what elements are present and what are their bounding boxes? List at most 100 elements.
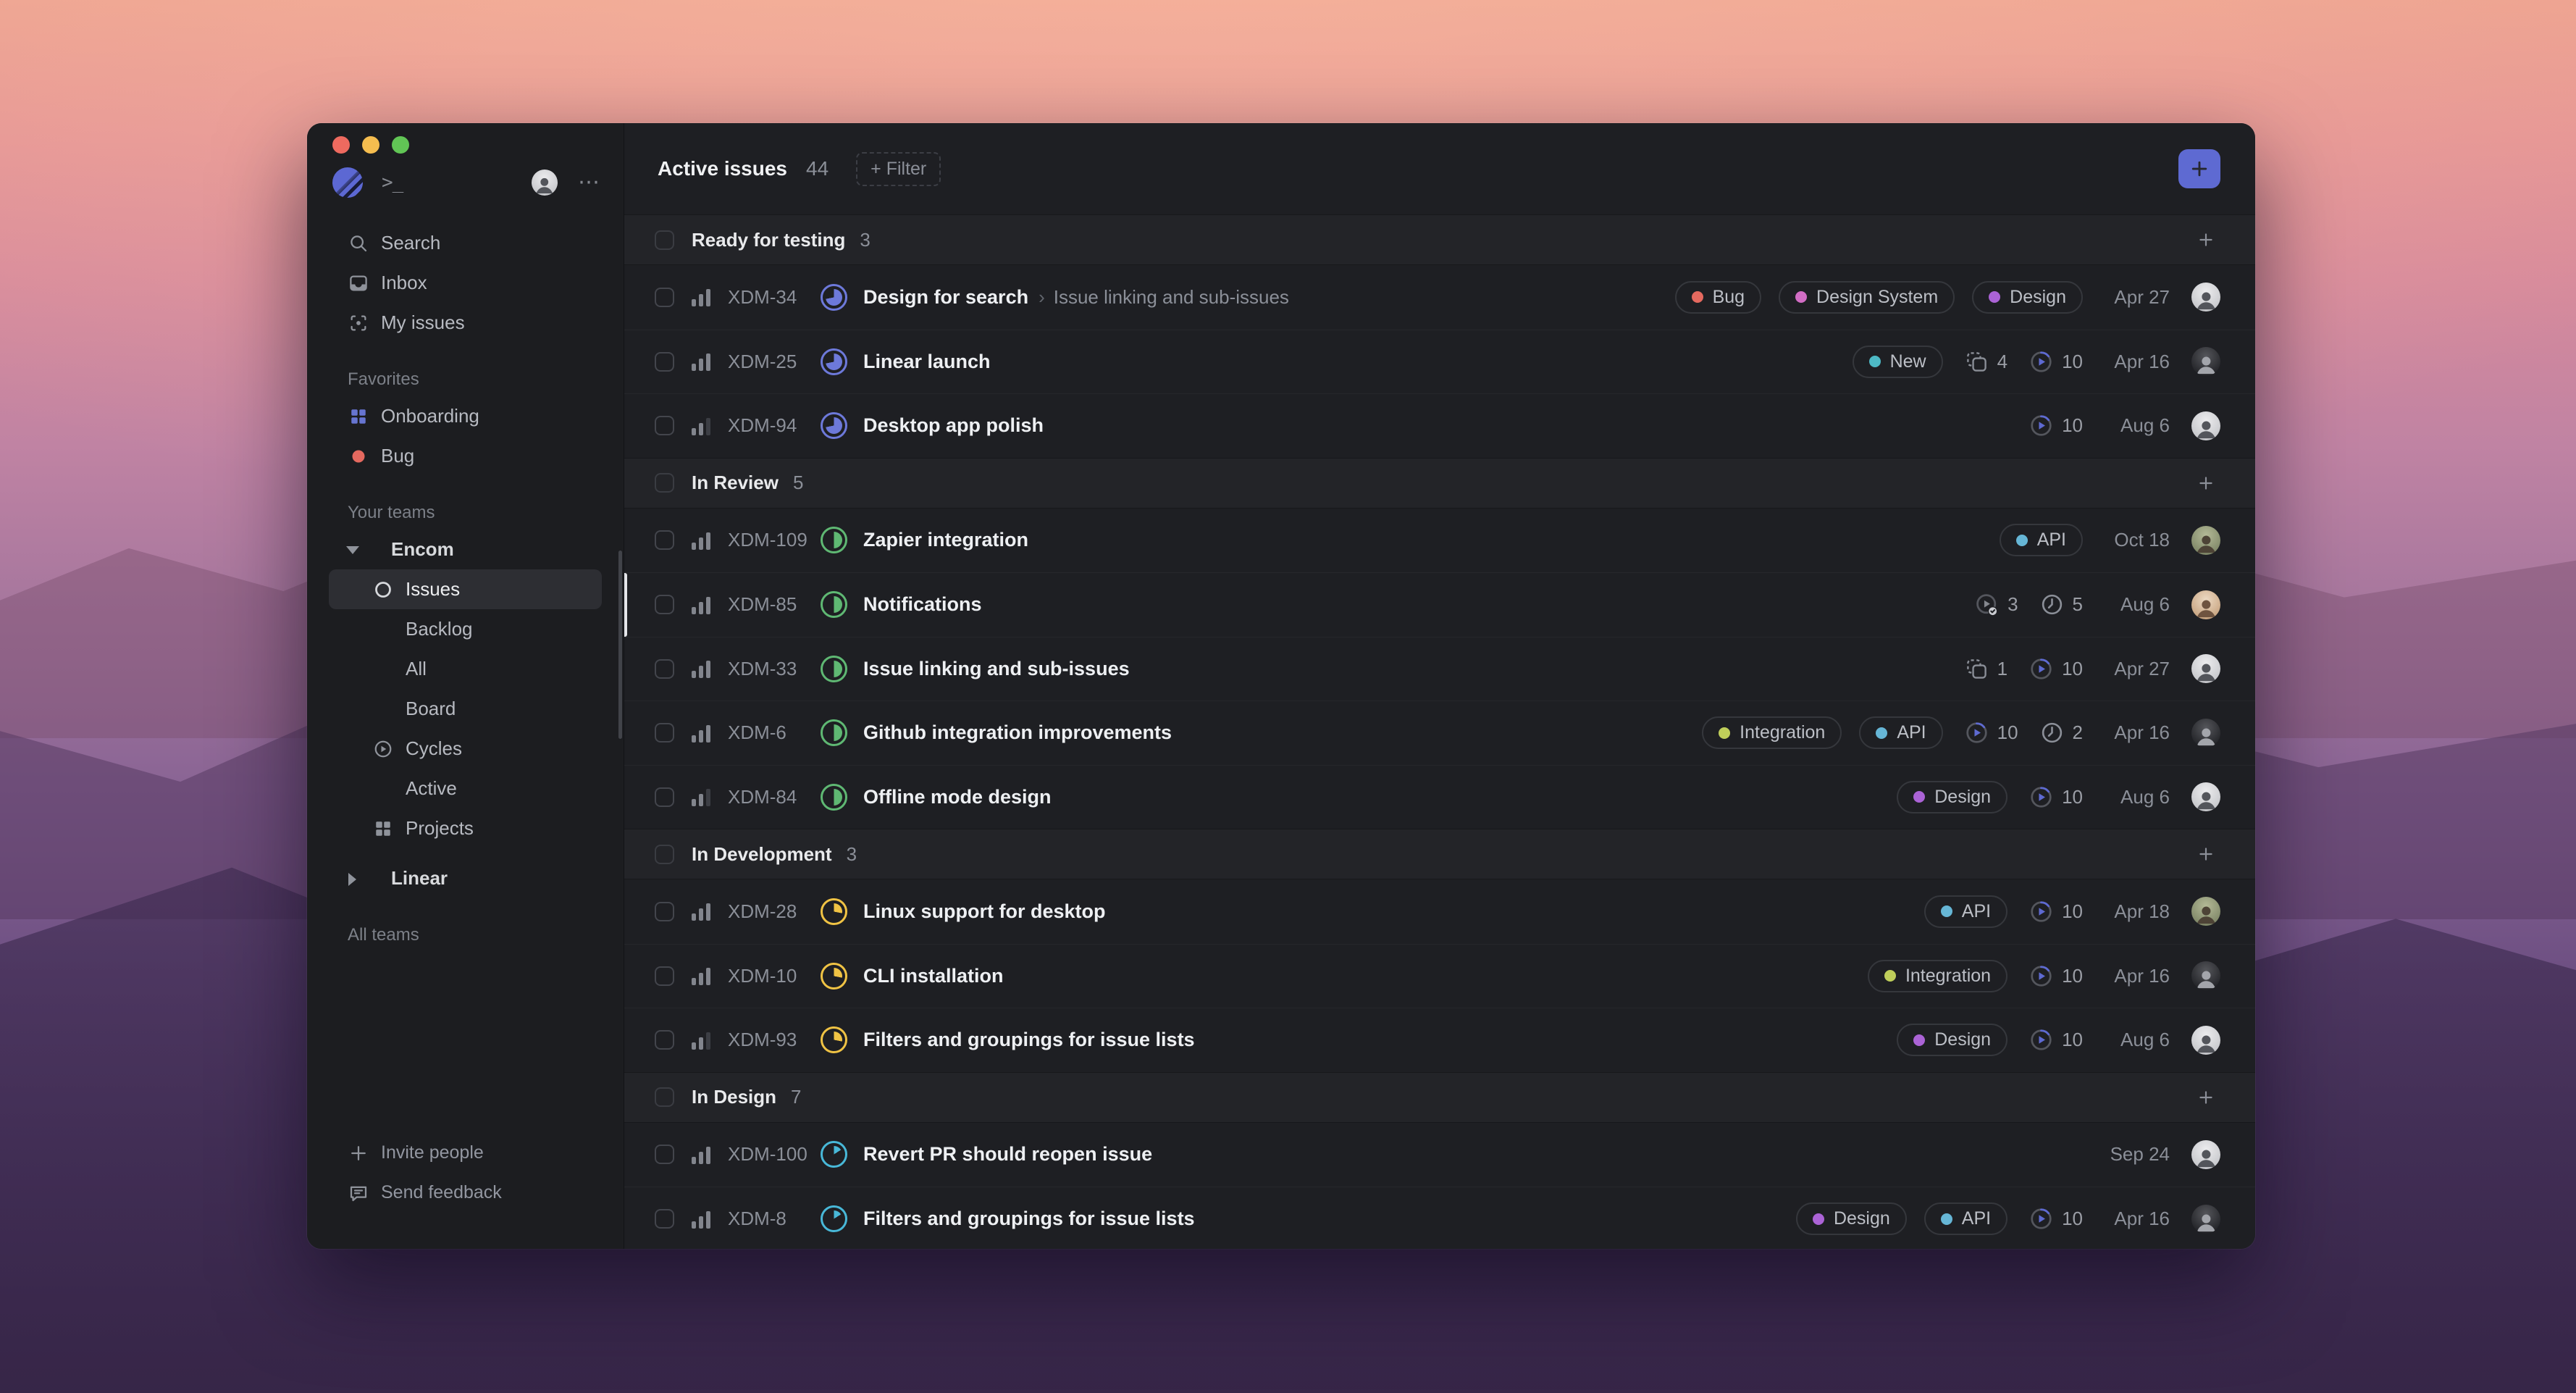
- issue-title[interactable]: Revert PR should reopen issue: [863, 1143, 1152, 1166]
- sidebar-item-backlog[interactable]: Backlog: [329, 609, 602, 649]
- issue-title[interactable]: Design for search: [863, 286, 1028, 309]
- label-pill[interactable]: Design: [1897, 781, 2007, 813]
- issue-title[interactable]: Offline mode design: [863, 786, 1052, 808]
- issue-checkbox[interactable]: [655, 352, 674, 372]
- sidebar-item-active[interactable]: Active: [329, 769, 602, 808]
- issue-checkbox[interactable]: [655, 530, 674, 550]
- issue-title[interactable]: Filters and groupings for issue lists: [863, 1208, 1195, 1230]
- label-pill[interactable]: API: [1859, 716, 1942, 749]
- issue-row[interactable]: XDM-8Filters and groupings for issue lis…: [624, 1187, 2255, 1249]
- label-pill[interactable]: API: [2000, 524, 2083, 556]
- close-window-button[interactable]: [332, 136, 350, 154]
- issue-title[interactable]: CLI installation: [863, 965, 1004, 987]
- assignee-avatar[interactable]: [2191, 283, 2220, 311]
- label-pill[interactable]: Design: [1972, 281, 2083, 314]
- assignee-avatar[interactable]: [2191, 897, 2220, 926]
- status-icon[interactable]: [821, 1205, 847, 1232]
- chevron-right-icon[interactable]: [345, 871, 359, 886]
- assignee-avatar[interactable]: [2191, 526, 2220, 555]
- priority-icon[interactable]: [692, 595, 713, 614]
- issue-row[interactable]: XDM-94Desktop app polish10Aug 6: [624, 393, 2255, 458]
- issue-row[interactable]: XDM-93Filters and groupings for issue li…: [624, 1008, 2255, 1072]
- label-pill[interactable]: New: [1853, 346, 1943, 378]
- sidebar-item-onboarding[interactable]: Onboarding: [329, 396, 602, 436]
- assignee-avatar[interactable]: [2191, 654, 2220, 683]
- priority-icon[interactable]: [692, 352, 713, 371]
- assignee-avatar[interactable]: [2191, 782, 2220, 811]
- issue-row[interactable]: XDM-85Notifications35Aug 6: [624, 572, 2255, 637]
- add-issue-button[interactable]: [2191, 230, 2220, 249]
- issue-checkbox[interactable]: [655, 288, 674, 307]
- add-issue-button[interactable]: [2191, 474, 2220, 493]
- priority-icon[interactable]: [692, 531, 713, 550]
- issue-title[interactable]: Issue linking and sub-issues: [863, 658, 1130, 680]
- new-issue-button[interactable]: [2178, 149, 2220, 188]
- priority-icon[interactable]: [692, 1031, 713, 1050]
- label-pill[interactable]: Design: [1897, 1024, 2007, 1056]
- issue-checkbox[interactable]: [655, 1030, 674, 1050]
- sidebar-item-inbox[interactable]: Inbox: [329, 263, 602, 303]
- issue-row[interactable]: XDM-6Github integration improvementsInte…: [624, 700, 2255, 765]
- sidebar-item-all[interactable]: All: [329, 649, 602, 689]
- issue-title[interactable]: Linear launch: [863, 351, 991, 373]
- sidebar-item-my-issues[interactable]: My issues: [329, 303, 602, 343]
- section-checkbox[interactable]: [655, 1087, 674, 1107]
- label-pill[interactable]: Integration: [1868, 960, 2007, 992]
- issue-row[interactable]: XDM-33Issue linking and sub-issues110Apr…: [624, 637, 2255, 701]
- issue-checkbox[interactable]: [655, 659, 674, 679]
- issue-checkbox[interactable]: [655, 723, 674, 742]
- label-pill[interactable]: Bug: [1675, 281, 1761, 314]
- workspace-logo[interactable]: [332, 167, 363, 198]
- issue-row[interactable]: XDM-25Linear launchNew410Apr 16: [624, 330, 2255, 394]
- status-icon[interactable]: [821, 412, 847, 439]
- issue-row[interactable]: XDM-34Design for search›Issue linking an…: [624, 265, 2255, 330]
- label-pill[interactable]: Integration: [1702, 716, 1842, 749]
- add-issue-button[interactable]: [2191, 845, 2220, 863]
- issue-checkbox[interactable]: [655, 1145, 674, 1164]
- issue-row[interactable]: XDM-10CLI installationIntegration10Apr 1…: [624, 944, 2255, 1008]
- sidebar-item-projects[interactable]: Projects: [329, 808, 602, 848]
- issue-row[interactable]: XDM-100Revert PR should reopen issueSep …: [624, 1123, 2255, 1187]
- assignee-avatar[interactable]: [2191, 961, 2220, 990]
- status-icon[interactable]: [821, 1141, 847, 1168]
- label-pill[interactable]: Design: [1796, 1202, 1907, 1235]
- status-icon[interactable]: [821, 348, 847, 375]
- team-linear[interactable]: Linear: [329, 858, 602, 898]
- priority-icon[interactable]: [692, 288, 713, 306]
- label-pill[interactable]: Design System: [1779, 281, 1955, 314]
- assignee-avatar[interactable]: [2191, 719, 2220, 748]
- issue-row[interactable]: XDM-84Offline mode designDesign10Aug 6: [624, 765, 2255, 829]
- priority-icon[interactable]: [692, 417, 713, 435]
- issue-checkbox[interactable]: [655, 416, 674, 435]
- sidebar-item-bug[interactable]: Bug: [329, 436, 602, 476]
- sidebar-scrollbar-thumb[interactable]: [618, 551, 622, 739]
- chevron-down-icon[interactable]: [345, 543, 359, 557]
- all-teams-label[interactable]: All teams: [329, 919, 602, 952]
- status-icon[interactable]: [821, 591, 847, 618]
- issue-row[interactable]: XDM-109Zapier integrationAPIOct 18: [624, 509, 2255, 573]
- status-icon[interactable]: [821, 898, 847, 925]
- assignee-avatar[interactable]: [2191, 590, 2220, 619]
- user-avatar[interactable]: [532, 170, 558, 196]
- zoom-window-button[interactable]: [392, 136, 409, 154]
- priority-icon[interactable]: [692, 724, 713, 742]
- send-feedback-button[interactable]: Send feedback: [329, 1173, 602, 1213]
- status-icon[interactable]: [821, 284, 847, 311]
- sidebar-item-board[interactable]: Board: [329, 689, 602, 729]
- section-checkbox[interactable]: [655, 230, 674, 250]
- invite-people-button[interactable]: Invite people: [329, 1133, 602, 1173]
- sidebar-item-issues[interactable]: Issues: [329, 569, 602, 609]
- team-encom[interactable]: Encom: [329, 530, 602, 569]
- add-issue-button[interactable]: [2191, 1088, 2220, 1107]
- section-checkbox[interactable]: [655, 473, 674, 493]
- assignee-avatar[interactable]: [2191, 1205, 2220, 1234]
- issue-checkbox[interactable]: [655, 966, 674, 986]
- status-icon[interactable]: [821, 963, 847, 990]
- issue-checkbox[interactable]: [655, 595, 674, 614]
- label-pill[interactable]: API: [1924, 1202, 2007, 1235]
- status-icon[interactable]: [821, 1026, 847, 1053]
- priority-icon[interactable]: [692, 1145, 713, 1164]
- section-checkbox[interactable]: [655, 845, 674, 864]
- issue-title[interactable]: Linux support for desktop: [863, 900, 1106, 923]
- priority-icon[interactable]: [692, 902, 713, 921]
